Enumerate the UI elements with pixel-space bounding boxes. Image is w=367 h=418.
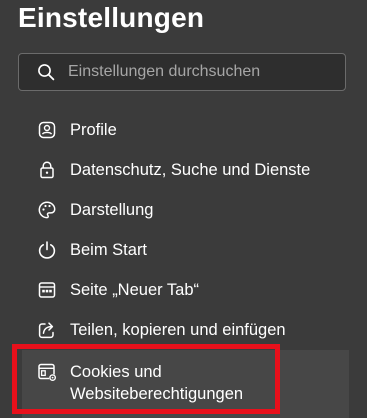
nav-item-appearance[interactable]: Darstellung bbox=[22, 190, 349, 230]
nav-item-label: Profile bbox=[70, 121, 117, 139]
nav-item-label: Cookies und Websiteberechtigungen bbox=[70, 363, 244, 403]
page-title: Einstellungen bbox=[18, 2, 205, 33]
cookies-settings-icon bbox=[36, 361, 58, 383]
settings-nav: Profile Datenschutz, Suche und Dienste D… bbox=[12, 110, 349, 418]
nav-item-label: Darstellung bbox=[70, 201, 154, 219]
nav-item-label: Seite „Neuer Tab“ bbox=[70, 281, 200, 299]
power-icon bbox=[36, 239, 58, 261]
active-indicator bbox=[12, 362, 15, 404]
settings-panel: Einstellungen Einstellungen durchsuchen … bbox=[0, 0, 367, 418]
nav-item-privacy[interactable]: Datenschutz, Suche und Dienste bbox=[22, 150, 349, 190]
nav-item-label: Teilen, kopieren und einfügen bbox=[70, 321, 286, 339]
new-tab-page-icon bbox=[36, 279, 58, 301]
share-icon bbox=[36, 319, 58, 341]
nav-item-label: Datenschutz, Suche und Dienste bbox=[70, 161, 311, 179]
lock-icon bbox=[36, 159, 58, 181]
nav-item-startup[interactable]: Beim Start bbox=[22, 230, 349, 270]
search-icon bbox=[36, 62, 56, 82]
nav-item-share-copy-paste[interactable]: Teilen, kopieren und einfügen bbox=[22, 310, 349, 350]
nav-item-new-tab-page[interactable]: Seite „Neuer Tab“ bbox=[22, 270, 349, 310]
palette-icon bbox=[36, 199, 58, 221]
profile-icon bbox=[36, 119, 58, 141]
search-input[interactable]: Einstellungen durchsuchen bbox=[68, 63, 260, 81]
nav-item-cookies-site-permissions[interactable]: Cookies und Websiteberechtigungen bbox=[12, 350, 349, 418]
nav-item-profile[interactable]: Profile bbox=[22, 110, 349, 150]
search-box[interactable]: Einstellungen durchsuchen bbox=[18, 53, 346, 91]
nav-item-label: Beim Start bbox=[70, 241, 148, 259]
